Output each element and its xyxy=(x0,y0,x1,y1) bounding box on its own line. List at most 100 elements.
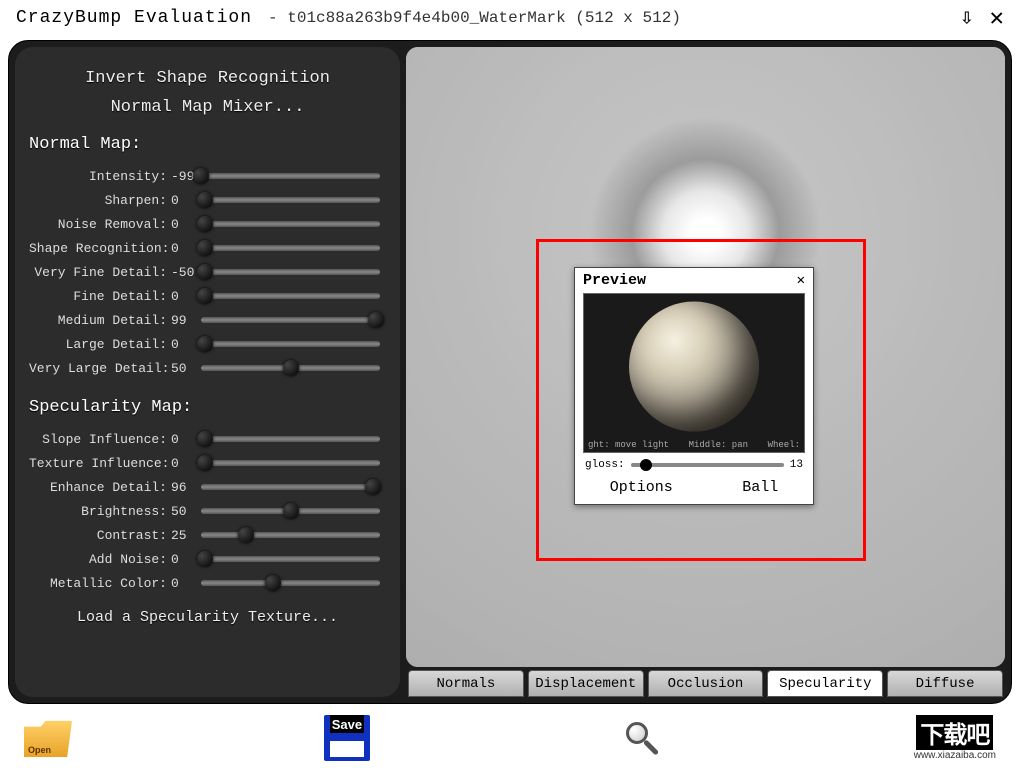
preview-sphere xyxy=(629,302,759,432)
open-folder-icon xyxy=(24,719,72,757)
normal-slider-track[interactable] xyxy=(201,245,380,251)
close-button[interactable]: ✕ xyxy=(990,3,1004,33)
normal-slider-value: 50 xyxy=(169,361,195,376)
spec-slider-label: Contrast: xyxy=(29,528,169,543)
normal-slider-knob[interactable] xyxy=(193,168,209,184)
spec-slider-row: Texture Influence:0 xyxy=(29,451,386,475)
tab-displacement[interactable]: Displacement xyxy=(528,670,644,697)
tab-normals[interactable]: Normals xyxy=(408,670,524,697)
normal-slider-label: Shape Recognition: xyxy=(29,241,169,256)
spec-slider-knob[interactable] xyxy=(365,479,381,495)
normal-slider-knob[interactable] xyxy=(197,192,213,208)
normal-slider-track[interactable] xyxy=(201,197,380,203)
tab-occlusion[interactable]: Occlusion xyxy=(648,670,764,697)
spec-slider-row: Add Noise:0 xyxy=(29,547,386,571)
gloss-slider-knob[interactable] xyxy=(640,459,652,471)
preview-options-button[interactable]: Options xyxy=(610,479,673,496)
tab-specularity[interactable]: Specularity xyxy=(767,670,883,697)
spec-slider-knob[interactable] xyxy=(197,551,213,567)
normal-map-mixer-button[interactable]: Normal Map Mixer... xyxy=(29,98,386,117)
left-panel: Invert Shape Recognition Normal Map Mixe… xyxy=(15,47,400,697)
spec-slider-knob[interactable] xyxy=(265,575,281,591)
bottom-toolbar: Save 下载吧 www.xiazaiba.com xyxy=(0,708,1020,768)
save-label: Save xyxy=(330,715,364,733)
spec-slider-track[interactable] xyxy=(201,484,380,490)
normal-slider-value: 0 xyxy=(169,217,195,232)
normal-slider-label: Fine Detail: xyxy=(29,289,169,304)
normal-slider-value: 0 xyxy=(169,241,195,256)
spec-slider-row: Slope Influence:0 xyxy=(29,427,386,451)
gloss-value: 13 xyxy=(790,459,803,471)
normal-slider-row: Very Large Detail:50 xyxy=(29,356,386,380)
normal-slider-track[interactable] xyxy=(201,173,380,179)
normal-slider-label: Medium Detail: xyxy=(29,313,169,328)
spec-slider-label: Texture Influence: xyxy=(29,456,169,471)
normal-slider-value: 0 xyxy=(169,337,195,352)
spec-slider-label: Brightness: xyxy=(29,504,169,519)
normal-slider-knob[interactable] xyxy=(197,336,213,352)
normal-slider-row: Shape Recognition:0 xyxy=(29,236,386,260)
spec-slider-row: Enhance Detail:96 xyxy=(29,475,386,499)
normal-slider-track[interactable] xyxy=(201,221,380,227)
spec-slider-value: 96 xyxy=(169,480,195,495)
normal-slider-knob[interactable] xyxy=(197,264,213,280)
normal-slider-knob[interactable] xyxy=(368,312,384,328)
normal-slider-track[interactable] xyxy=(201,365,380,371)
preview-close-icon[interactable]: ✕ xyxy=(797,272,805,289)
spec-slider-row: Contrast:25 xyxy=(29,523,386,547)
spec-slider-track[interactable] xyxy=(201,436,380,442)
tab-diffuse[interactable]: Diffuse xyxy=(887,670,1003,697)
load-specularity-texture-button[interactable]: Load a Specularity Texture... xyxy=(29,609,386,626)
normal-slider-value: 0 xyxy=(169,193,195,208)
spec-slider-label: Enhance Detail: xyxy=(29,480,169,495)
normal-slider-track[interactable] xyxy=(201,269,380,275)
spec-slider-knob[interactable] xyxy=(197,455,213,471)
section-specularity-map: Specularity Map: xyxy=(29,398,386,417)
spec-slider-value: 50 xyxy=(169,504,195,519)
download-arrow-icon[interactable]: ⇩ xyxy=(960,5,973,31)
normal-slider-knob[interactable] xyxy=(197,216,213,232)
normal-slider-knob[interactable] xyxy=(197,240,213,256)
normal-slider-knob[interactable] xyxy=(197,288,213,304)
open-button[interactable] xyxy=(24,719,72,757)
spec-slider-track[interactable] xyxy=(201,556,380,562)
normal-slider-value: -99 xyxy=(169,169,195,184)
invert-shape-button[interactable]: Invert Shape Recognition xyxy=(29,69,386,88)
file-name: - t01c88a263b9f4e4b00_WaterMark (512 x 5… xyxy=(268,9,681,27)
spec-slider-value: 0 xyxy=(169,456,195,471)
magnify-button[interactable] xyxy=(622,718,662,758)
titlebar: CrazyBump Evaluation - t01c88a263b9f4e4b… xyxy=(0,0,1020,36)
preview-popup: Preview ✕ ght: move light Middle: pan Wh… xyxy=(574,267,814,505)
normal-slider-knob[interactable] xyxy=(283,360,299,376)
preview-ball-button[interactable]: Ball xyxy=(742,479,778,496)
save-disk-icon: Save xyxy=(324,715,370,761)
preview-area[interactable]: Preview ✕ ght: move light Middle: pan Wh… xyxy=(406,47,1005,667)
normal-slider-track[interactable] xyxy=(201,293,380,299)
gloss-slider[interactable] xyxy=(631,463,784,467)
spec-slider-track[interactable] xyxy=(201,532,380,538)
normal-slider-label: Very Large Detail: xyxy=(29,361,169,376)
spec-slider-track[interactable] xyxy=(201,580,380,586)
gloss-label: gloss: xyxy=(585,459,625,471)
spec-slider-value: 0 xyxy=(169,432,195,447)
spec-slider-row: Metallic Color:0 xyxy=(29,571,386,595)
normal-slider-track[interactable] xyxy=(201,317,380,323)
hint-left: ght: move light xyxy=(588,440,669,450)
normal-slider-row: Noise Removal:0 xyxy=(29,212,386,236)
spec-slider-label: Metallic Color: xyxy=(29,576,169,591)
app-name: CrazyBump Evaluation xyxy=(16,8,252,28)
normal-slider-row: Medium Detail:99 xyxy=(29,308,386,332)
spec-slider-knob[interactable] xyxy=(283,503,299,519)
spec-slider-track[interactable] xyxy=(201,508,380,514)
spec-slider-knob[interactable] xyxy=(238,527,254,543)
preview-3d-viewport[interactable]: ght: move light Middle: pan Wheel: xyxy=(583,293,805,453)
main-panel: Invert Shape Recognition Normal Map Mixe… xyxy=(8,40,1012,704)
spec-slider-track[interactable] xyxy=(201,460,380,466)
save-button[interactable]: Save xyxy=(324,715,370,761)
normal-slider-value: 0 xyxy=(169,289,195,304)
watermark-title: 下载吧 xyxy=(916,715,993,750)
normal-slider-track[interactable] xyxy=(201,341,380,347)
spec-slider-label: Slope Influence: xyxy=(29,432,169,447)
spec-slider-knob[interactable] xyxy=(197,431,213,447)
spec-slider-value: 0 xyxy=(169,576,195,591)
